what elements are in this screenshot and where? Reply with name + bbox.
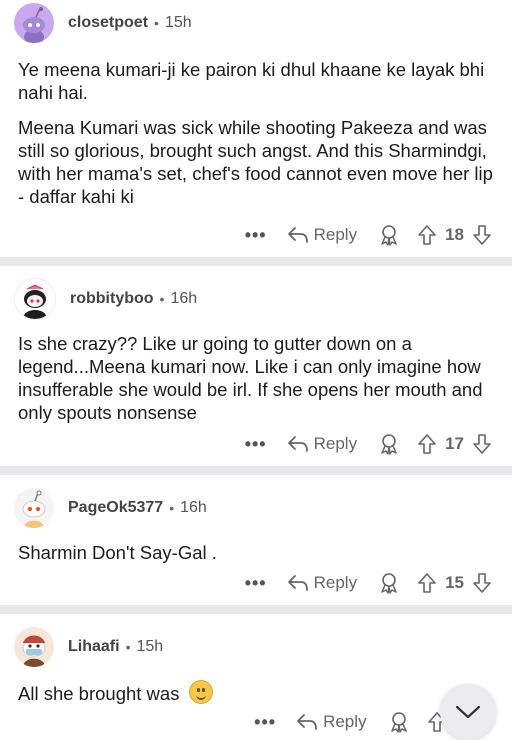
scroll-down-button[interactable] bbox=[440, 684, 496, 740]
downvote-arrow-icon[interactable] bbox=[472, 433, 492, 455]
more-options-button[interactable]: ••• bbox=[245, 434, 267, 455]
comment-paragraph: Is she crazy?? Like ur going to gutter d… bbox=[18, 333, 483, 423]
comment-age: 15h bbox=[164, 14, 192, 31]
reply-button[interactable]: Reply bbox=[296, 712, 367, 732]
snoo-avatar-icon bbox=[14, 3, 54, 43]
comment-age: 15h bbox=[136, 638, 164, 655]
vote-controls: 15 bbox=[417, 572, 492, 594]
username[interactable]: closetpoet bbox=[68, 14, 148, 32]
reply-arrow-icon bbox=[287, 227, 308, 243]
award-button[interactable] bbox=[377, 572, 401, 594]
avatar[interactable] bbox=[14, 488, 54, 528]
comment-meta: closetpoet • 15h bbox=[68, 14, 192, 32]
award-icon bbox=[381, 434, 397, 455]
avatar[interactable] bbox=[14, 627, 54, 667]
comment: PageOk5377 • 16h Sharmin Don't Say-Gal .… bbox=[0, 475, 512, 605]
award-icon bbox=[390, 712, 407, 733]
comment-body: Is she crazy?? Like ur going to gutter d… bbox=[18, 332, 496, 424]
comment-separator bbox=[0, 257, 512, 266]
username[interactable]: Lihaafi bbox=[68, 638, 120, 656]
reply-label: Reply bbox=[313, 573, 358, 592]
award-button[interactable] bbox=[377, 224, 401, 246]
comment-separator bbox=[0, 605, 512, 614]
more-options-button[interactable]: ••• bbox=[245, 573, 267, 594]
comment: robbityboo • 16h Is she crazy?? Like ur … bbox=[0, 266, 512, 466]
downvote-arrow-icon[interactable] bbox=[472, 224, 492, 246]
comment: Lihaafi • 15h All she brought was ••• Re… bbox=[0, 614, 512, 740]
award-icon bbox=[381, 573, 397, 594]
award-button[interactable] bbox=[377, 433, 401, 455]
comment-meta: PageOk5377 • 16h bbox=[68, 499, 207, 517]
avatar[interactable] bbox=[14, 3, 54, 43]
comment-actions: ••• Reply 18 bbox=[245, 220, 492, 250]
chevron-down-icon bbox=[455, 705, 481, 719]
snoo-avatar-icon bbox=[14, 627, 54, 667]
more-options-button[interactable]: ••• bbox=[254, 712, 276, 733]
comment-body: All she brought was bbox=[18, 680, 496, 705]
comment-age: 16h bbox=[180, 499, 207, 516]
comment-header: PageOk5377 • 16h bbox=[14, 488, 207, 528]
comment-separator bbox=[0, 466, 512, 475]
comment-header: Lihaafi • 15h bbox=[14, 627, 163, 667]
comment-meta: Lihaafi • 15h bbox=[68, 638, 163, 656]
meta-dot: • bbox=[169, 500, 175, 516]
comment-header: robbityboo • 16h bbox=[14, 278, 197, 320]
comment: closetpoet • 15h Ye meena kumari-ji ke p… bbox=[0, 0, 512, 257]
meta-dot: • bbox=[125, 639, 131, 655]
meta-dot: • bbox=[154, 15, 159, 31]
upvote-arrow-icon[interactable] bbox=[417, 433, 437, 455]
avatar[interactable] bbox=[14, 278, 56, 320]
reply-arrow-icon bbox=[297, 714, 317, 730]
comment-text: All she brought was bbox=[18, 683, 180, 704]
comment-paragraph: Meena Kumari was sick while shooting Pak… bbox=[18, 117, 493, 207]
slightly-smiling-face-icon bbox=[188, 680, 213, 704]
reply-label: Reply bbox=[313, 434, 358, 453]
comment-body: Ye meena kumari-ji ke pairon ki dhul kha… bbox=[18, 58, 496, 208]
snoo-avatar-icon bbox=[15, 279, 55, 319]
downvote-arrow-icon[interactable] bbox=[472, 572, 492, 594]
reply-arrow-icon bbox=[287, 436, 308, 452]
upvote-arrow-icon[interactable] bbox=[417, 572, 437, 594]
comment-meta: robbityboo • 16h bbox=[70, 290, 197, 308]
snoo-avatar-icon bbox=[14, 488, 54, 528]
comment-paragraph: Sharmin Don't Say-Gal . bbox=[18, 542, 217, 563]
vote-controls: 17 bbox=[417, 433, 492, 455]
vote-score: 15 bbox=[445, 573, 464, 592]
username[interactable]: PageOk5377 bbox=[68, 499, 163, 517]
vote-score: 18 bbox=[445, 225, 464, 244]
reply-button[interactable]: Reply bbox=[287, 434, 357, 454]
meta-dot: • bbox=[159, 291, 165, 307]
reply-button[interactable]: Reply bbox=[287, 573, 357, 593]
comment-age: 16h bbox=[170, 290, 198, 307]
reply-button[interactable]: Reply bbox=[287, 225, 357, 245]
username[interactable]: robbityboo bbox=[70, 290, 154, 308]
reply-label: Reply bbox=[323, 712, 367, 731]
vote-score: 17 bbox=[445, 434, 464, 453]
more-options-button[interactable]: ••• bbox=[245, 225, 267, 246]
comment-actions: ••• Reply 17 bbox=[245, 429, 492, 459]
comment-header: closetpoet • 15h bbox=[14, 3, 192, 43]
comment-body: Sharmin Don't Say-Gal . bbox=[18, 541, 496, 564]
vote-controls: 18 bbox=[417, 224, 492, 246]
comment-paragraph: Ye meena kumari-ji ke pairon ki dhul kha… bbox=[18, 59, 485, 103]
comment-actions: ••• Reply 15 bbox=[245, 568, 492, 598]
reply-arrow-icon bbox=[287, 575, 308, 591]
comment-paragraph: All she brought was bbox=[18, 680, 496, 705]
award-button[interactable] bbox=[387, 711, 411, 733]
upvote-arrow-icon[interactable] bbox=[417, 224, 437, 246]
reply-label: Reply bbox=[313, 225, 358, 244]
award-icon bbox=[381, 225, 397, 246]
